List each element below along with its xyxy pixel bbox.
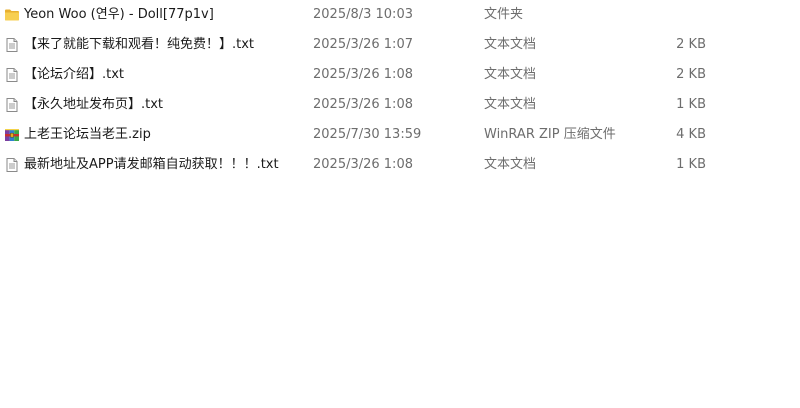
file-list: Yeon Woo (연우) - Doll[77p1v] 2025/8/3 10:… — [0, 0, 800, 180]
winrar-archive-icon — [4, 127, 20, 143]
file-row-txt[interactable]: 【永久地址发布页】.txt 2025/3/26 1:08 文本文档 1 KB — [0, 90, 800, 120]
file-row-txt[interactable]: 【论坛介绍】.txt 2025/3/26 1:08 文本文档 2 KB — [0, 60, 800, 90]
file-type: 文本文档 — [484, 67, 537, 82]
text-file-icon — [4, 37, 20, 53]
file-type: 文本文档 — [484, 157, 537, 172]
file-date-modified: 2025/3/26 1:08 — [313, 97, 413, 112]
file-list-empty-area[interactable] — [0, 180, 800, 408]
file-row-txt[interactable]: 【来了就能下载和观看！纯免费！】.txt 2025/3/26 1:07 文本文档… — [0, 30, 800, 60]
file-type: 文本文档 — [484, 37, 537, 52]
file-size: 2 KB — [676, 67, 706, 82]
file-type: 文本文档 — [484, 97, 537, 112]
folder-icon — [4, 7, 20, 23]
text-file-icon — [4, 67, 20, 83]
file-date-modified: 2025/7/30 13:59 — [313, 127, 422, 142]
file-size: 2 KB — [676, 37, 706, 52]
file-name: 【论坛介绍】.txt — [24, 67, 125, 82]
file-row-txt[interactable]: 最新地址及APP请发邮箱自动获取！！！.txt 2025/3/26 1:08 文… — [0, 150, 800, 180]
file-date-modified: 2025/8/3 10:03 — [313, 7, 413, 22]
file-name: Yeon Woo (연우) - Doll[77p1v] — [24, 7, 214, 22]
file-name: 【来了就能下载和观看！纯免费！】.txt — [24, 37, 255, 52]
file-type: WinRAR ZIP 压缩文件 — [484, 127, 616, 142]
file-type: 文件夹 — [484, 7, 524, 22]
file-name: 【永久地址发布页】.txt — [24, 97, 164, 112]
file-name: 最新地址及APP请发邮箱自动获取！！！.txt — [24, 157, 279, 172]
file-date-modified: 2025/3/26 1:08 — [313, 67, 413, 82]
text-file-icon — [4, 157, 20, 173]
file-name: 上老王论坛当老王.zip — [24, 127, 151, 142]
file-row-folder[interactable]: Yeon Woo (연우) - Doll[77p1v] 2025/8/3 10:… — [0, 0, 800, 30]
file-size: 1 KB — [676, 97, 706, 112]
file-size: 4 KB — [676, 127, 706, 142]
file-size: 1 KB — [676, 157, 706, 172]
file-date-modified: 2025/3/26 1:07 — [313, 37, 413, 52]
text-file-icon — [4, 97, 20, 113]
file-row-zip[interactable]: 上老王论坛当老王.zip 2025/7/30 13:59 WinRAR ZIP … — [0, 120, 800, 150]
file-date-modified: 2025/3/26 1:08 — [313, 157, 413, 172]
